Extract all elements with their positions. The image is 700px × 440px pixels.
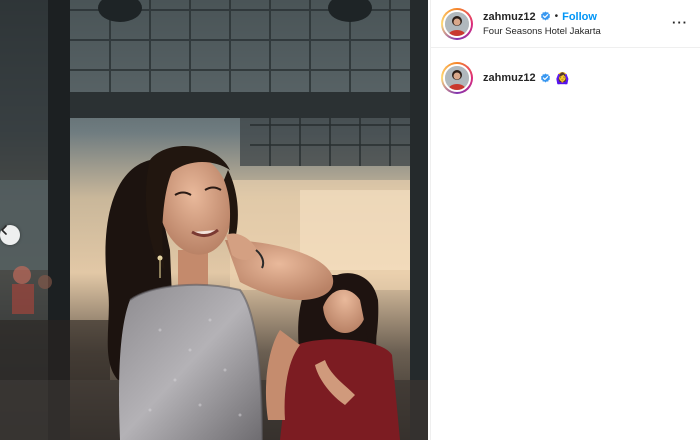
photo-scene bbox=[0, 0, 428, 440]
follow-button[interactable]: Follow bbox=[562, 11, 597, 23]
avatar-image bbox=[443, 9, 471, 38]
post-photo[interactable] bbox=[0, 0, 428, 440]
caption-username-link[interactable]: zahmuz12 bbox=[483, 72, 536, 84]
carousel-prev-button[interactable] bbox=[0, 225, 20, 245]
chevron-left-icon bbox=[1, 225, 7, 235]
caption-avatar[interactable] bbox=[441, 62, 473, 94]
post-side-panel: zahmuz12 • Follow Four Seasons Hotel Jak… bbox=[430, 0, 700, 440]
verified-badge-icon bbox=[540, 11, 551, 22]
post-header-text: zahmuz12 • Follow Four Seasons Hotel Jak… bbox=[483, 11, 601, 37]
avatar[interactable] bbox=[441, 7, 473, 40]
more-options-button[interactable]: ··· bbox=[672, 15, 688, 30]
caption-emoji: 🙆‍♀️ bbox=[555, 72, 570, 85]
caption-text: zahmuz12 🙆‍♀️ bbox=[483, 72, 569, 85]
caption-row: zahmuz12 🙆‍♀️ bbox=[431, 48, 700, 94]
caption-avatar-image bbox=[443, 64, 471, 92]
post-header-line: zahmuz12 • Follow bbox=[483, 11, 601, 23]
separator-dot: • bbox=[554, 11, 559, 22]
username-link[interactable]: zahmuz12 bbox=[483, 11, 536, 23]
location-link[interactable]: Four Seasons Hotel Jakarta bbox=[483, 26, 601, 37]
verified-badge-icon bbox=[540, 72, 551, 84]
post-header: zahmuz12 • Follow Four Seasons Hotel Jak… bbox=[431, 0, 700, 48]
